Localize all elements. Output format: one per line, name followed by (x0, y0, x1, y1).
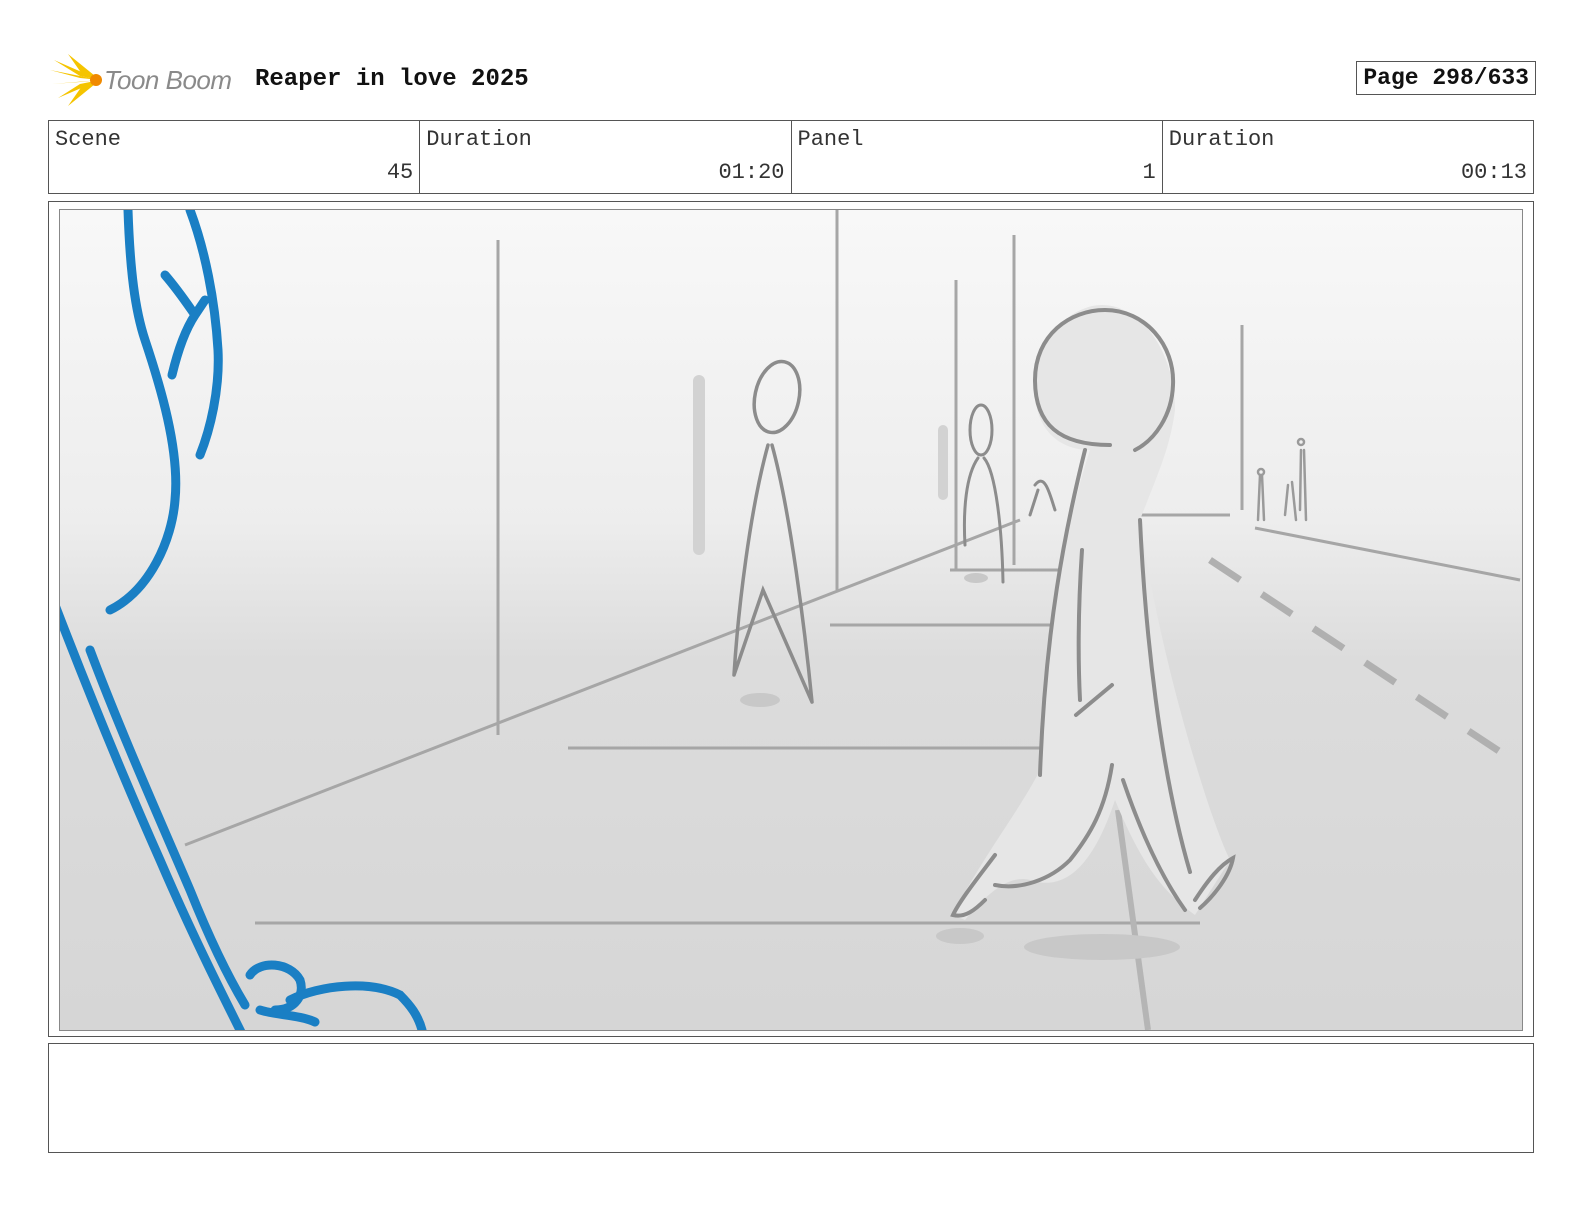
background-wash (60, 210, 1522, 1030)
scene-duration-label: Duration (426, 127, 532, 152)
panel-duration-label: Duration (1168, 127, 1275, 152)
logo-wordmark: Toon Boom (104, 65, 232, 95)
sun-burst-icon (50, 54, 102, 106)
scene-duration-value: 01:20 (718, 160, 785, 185)
scene-info-row: Scene 45 Duration 01:20 Panel 1 Duration… (48, 120, 1534, 194)
page-header: Toon Boom Reaper in love 2025 Page 298/6… (50, 52, 1536, 108)
panel-duration-value: 00:13 (1460, 160, 1527, 185)
panel-duration-cell: Duration 00:13 (1163, 121, 1533, 193)
sketch-drawing (60, 210, 1522, 1030)
scene-value: 45 (386, 160, 414, 185)
panel-value: 1 (1142, 160, 1156, 185)
scene-duration-cell: Duration 01:20 (420, 121, 792, 193)
panel-notes-box[interactable] (48, 1043, 1534, 1153)
page-indicator: Page 298/633 (1356, 61, 1536, 95)
toon-boom-logo: Toon Boom (50, 54, 240, 106)
scene-label: Scene (55, 127, 122, 152)
scene-cell: Scene 45 (49, 121, 421, 193)
storyboard-panel-image (59, 209, 1523, 1031)
panel-label: Panel (797, 127, 864, 152)
project-title: Reaper in love 2025 (255, 66, 529, 93)
storyboard-panel-frame (48, 201, 1534, 1037)
panel-cell: Panel 1 (792, 121, 1163, 193)
